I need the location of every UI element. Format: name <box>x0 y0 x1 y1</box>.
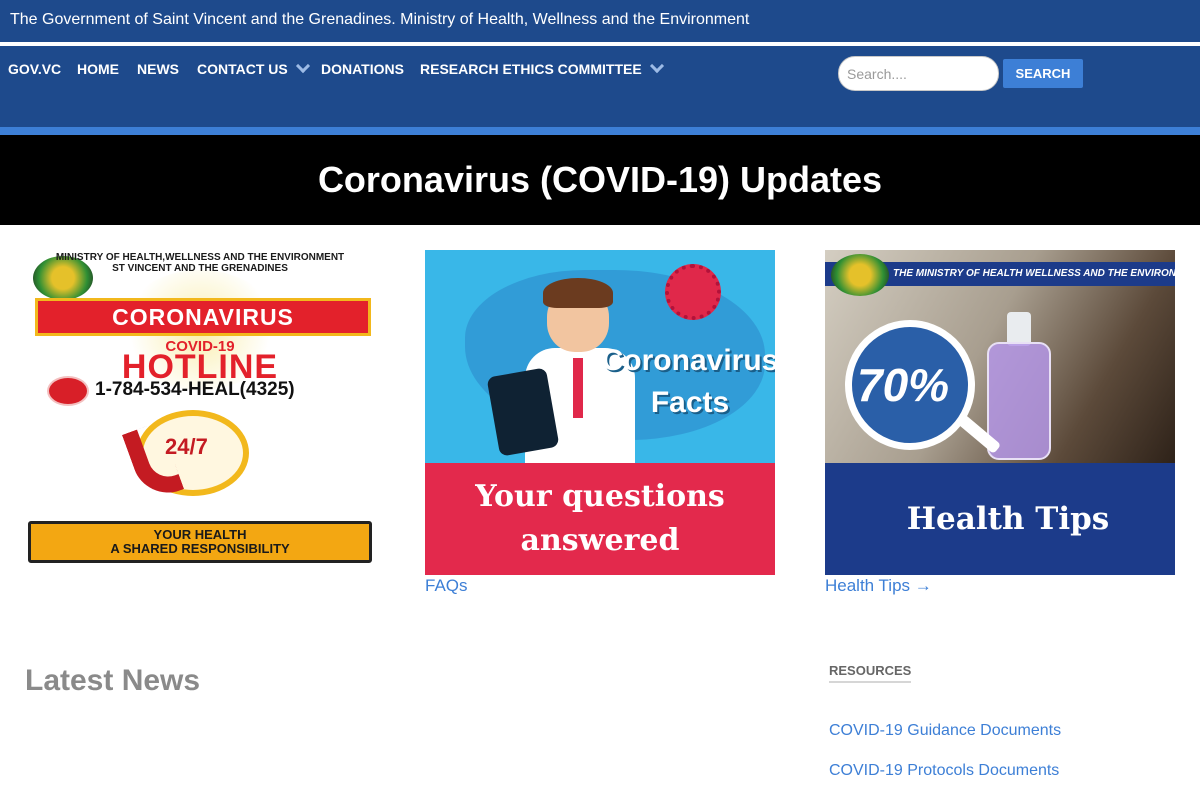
hotline-number: 1-784-534-HEAL(4325) <box>95 379 295 400</box>
page-title: Coronavirus (COVID-19) Updates <box>317 159 883 200</box>
ministry-line-2: ST VINCENT AND THE GRENADINES <box>112 263 288 274</box>
doctor-hair-graphic <box>543 278 613 308</box>
nav-item-home[interactable]: HOME <box>77 61 119 77</box>
health-tips-link[interactable]: Health Tips → <box>825 576 932 596</box>
virus-icon <box>665 264 721 320</box>
slogan-banner: YOUR HEALTH A SHARED RESPONSIBILITY <box>28 521 372 563</box>
main-nav: GOV.VC HOME NEWS CONTACT US DONATIONS RE… <box>0 46 1200 127</box>
nav-item-research-ethics-committee[interactable]: RESEARCH ETHICS COMMITTEE <box>420 58 664 77</box>
slogan-line-1: YOUR HEALTH <box>153 527 247 542</box>
hours-label: 24/7 <box>165 434 208 459</box>
health-tips-banner: Health Tips <box>825 463 1175 575</box>
nav-item-label: NEWS <box>137 61 179 77</box>
nav-item-news[interactable]: NEWS <box>137 61 179 77</box>
ministry-name: MINISTRY OF HEALTH,WELLNESS AND THE ENVI… <box>25 252 375 274</box>
ministry-line-1: MINISTRY OF HEALTH,WELLNESS AND THE ENVI… <box>55 252 345 263</box>
faqs-link[interactable]: FAQs <box>425 576 468 596</box>
chevron-down-icon[interactable] <box>295 58 310 74</box>
facts-line-2: Facts <box>650 386 730 419</box>
questions-line-1: Your questions <box>475 479 725 514</box>
nav-item-label: HOME <box>77 61 119 77</box>
hero-banner: Coronavirus (COVID-19) Updates <box>0 135 1200 225</box>
pump-graphic <box>1007 312 1031 346</box>
chevron-down-icon[interactable] <box>649 58 664 74</box>
health-tips-card-image[interactable]: THE MINISTRY OF HEALTH WELLNESS AND THE … <box>825 250 1175 575</box>
nav-item-label: RESEARCH ETHICS COMMITTEE <box>420 61 642 77</box>
latest-news-heading: Latest News <box>25 664 201 697</box>
nav-item-label: DONATIONS <box>321 61 404 77</box>
percent-label: 70% <box>857 359 950 411</box>
nav-item-label: GOV.VC <box>8 61 62 77</box>
slogan-line-2: A SHARED RESPONSIBILITY <box>110 541 290 556</box>
phone-icon <box>47 376 89 406</box>
faqs-card-image[interactable]: Coronavirus Facts Your questions answere… <box>425 250 775 575</box>
search-input[interactable] <box>838 56 999 91</box>
top-bar: The Government of Saint Vincent and the … <box>0 0 1200 44</box>
facts-line-1: Coronavirus <box>601 344 775 377</box>
nav-item-contact-us[interactable]: CONTACT US <box>197 58 310 77</box>
ministry-header-text: THE MINISTRY OF HEALTH WELLNESS AND THE … <box>893 268 1175 279</box>
doctor-tie-graphic <box>573 358 583 418</box>
resources-heading: RESOURCES <box>829 663 912 683</box>
nav-item-label: CONTACT US <box>197 61 288 77</box>
facts-heading: Coronavirus Facts <box>590 340 775 424</box>
search-button[interactable]: SEARCH <box>1003 59 1083 88</box>
questions-banner: Your questions answered <box>425 463 775 575</box>
nav-accent-band <box>0 127 1200 135</box>
nav-item-donations[interactable]: DONATIONS <box>321 61 404 77</box>
resource-link-protocols[interactable]: COVID-19 Protocols Documents <box>829 762 1059 780</box>
nav-item-gov-vc[interactable]: GOV.VC <box>8 61 61 77</box>
resource-link-guidance[interactable]: COVID-19 Guidance Documents <box>829 722 1061 740</box>
ministry-emblem-icon <box>831 254 889 296</box>
questions-line-2: answered <box>520 523 680 558</box>
hotline-card-image[interactable]: MINISTRY OF HEALTH,WELLNESS AND THE ENVI… <box>25 250 375 575</box>
coronavirus-banner: CORONAVIRUS <box>35 298 371 336</box>
site-title: The Government of Saint Vincent and the … <box>10 11 750 28</box>
